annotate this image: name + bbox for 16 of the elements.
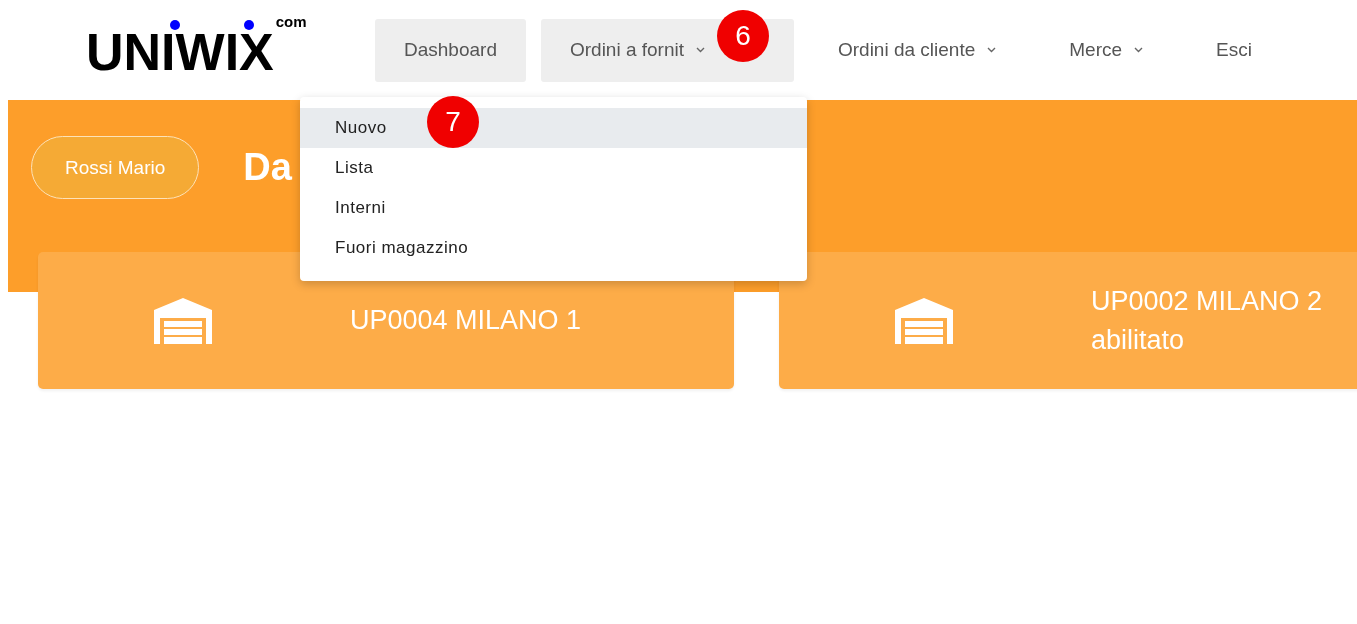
logo-text: UNIWIX — [86, 20, 274, 78]
nav-item[interactable]: Esci — [1187, 18, 1281, 82]
warehouse-label: abilitato — [1091, 324, 1186, 356]
menu-item[interactable]: Fuori magazzino — [300, 228, 807, 268]
nav-item[interactable]: Merce — [1040, 18, 1173, 82]
step-number-tooltip: 6 — [717, 10, 769, 62]
menu-item[interactable]: Interni — [300, 188, 807, 228]
warehouse-icon — [154, 297, 212, 344]
warehouse-icon — [895, 297, 953, 344]
nav-item[interactable]: Ordini da cliente — [808, 18, 1026, 82]
logo-suffix: com — [275, 14, 307, 29]
menu-item[interactable]: Lista — [300, 148, 807, 188]
page-heading: Da — [243, 146, 292, 189]
nav-item[interactable]: Dashboard — [375, 18, 526, 82]
warehouse-label: UP0004 MILANO 1 — [350, 305, 582, 336]
warehouse-label: UP0002 MILANO 2 — [1091, 285, 1323, 317]
